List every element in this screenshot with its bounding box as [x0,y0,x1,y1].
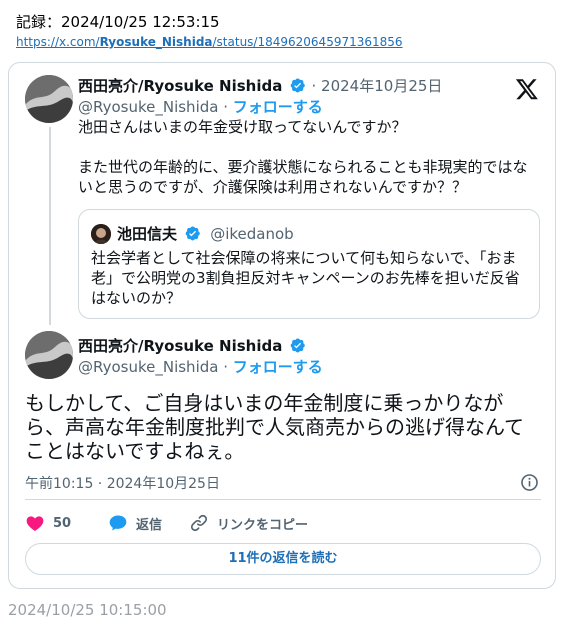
copy-link-button[interactable]: リンクをコピー [189,513,308,533]
tweet-text-line: 池田さんはいまの年金受け取ってないんですか？ [78,118,407,136]
url-user: Ryosuke_Nishida [99,35,213,49]
avatar[interactable] [25,331,73,379]
tweet-text: 池田さんはいまの年金受け取ってないんですか？ また世代の年齢的に、要介護状態にな… [78,117,540,197]
url-prefix: https://x.com/ [16,35,100,49]
like-button[interactable]: 50 [25,513,71,533]
x-logo-icon[interactable] [515,77,539,101]
author-name[interactable]: 西田亮介/Ryosuke Nishida [78,77,282,95]
verified-badge-icon [185,226,200,241]
quote-text-line: 社会学者として社会保障の将来について何も知らないで、「おま [91,249,517,267]
url-suffix: /status/1849620645971361856 [212,35,403,49]
main-text-line: ら、声高な年金制度批判で人気商売からの逃げ得なんて [25,415,524,439]
avatar-image [25,331,73,379]
quote-avatar-image [91,224,111,244]
reply-bubble-icon [109,515,127,531]
divider [25,499,541,500]
copy-link-label: リンクをコピー [217,517,309,533]
avatar[interactable] [25,75,73,123]
heart-icon [26,516,44,531]
thread-line [49,127,51,325]
like-count: 50 [53,515,72,531]
reply-label: 返信 [136,517,163,533]
tweet-text-line: いと思うのですが、介護保険は利用されないんですか？？ [78,178,467,196]
footer-timestamp: 2024/10/25 10:15:00 [8,601,167,619]
quoted-tweet[interactable]: 池田信夫 @ikedanob 社会学者として社会保障の将来について何も知らないで… [78,209,540,319]
verified-badge-icon [291,78,306,93]
main-text-line: もしかして、ご自身はいまの年金制度に乗っかりなが [25,391,504,415]
author-handle[interactable]: @Ryosuke_Nishida [78,358,218,376]
quote-text: 社会学者として社会保障の将来について何も知らないで、「おま 老」で公明党の3割負… [91,248,531,308]
tweet-date[interactable]: · 2024年10月25日 [312,77,443,95]
author-handle[interactable]: @Ryosuke_Nishida [78,98,218,116]
quote-text-line: 老」で公明党の3割負担反対キャンペーンのお先棒を担いだ反省 [91,269,520,287]
read-replies-button[interactable]: 11件の返信を読む [25,543,541,575]
quote-avatar [91,224,111,244]
record-line: 記録：2024/10/25 12:53:15 [16,13,220,31]
main-tweet-text: もしかして、ご自身はいまの年金制度に乗っかりなが ら、声高な年金制度批判で人気商… [25,391,535,463]
follow-link[interactable]: フォローする [233,358,323,376]
tweet-timestamp[interactable]: 午前10:15 · 2024年10月25日 [25,473,220,493]
avatar-image [25,75,73,123]
quote-author-name: 池田信夫 [117,225,178,243]
link-icon [190,514,208,532]
quote-text-line: はないのか？ [91,289,182,307]
tweet-text-line: また世代の年齢的に、要介護状態になられることも非現実的ではな [78,158,528,176]
separator: · [218,98,233,116]
info-icon[interactable] [520,473,539,492]
verified-badge-icon [291,338,306,353]
author-name[interactable]: 西田亮介/Ryosuke Nishida [78,337,282,355]
reply-button[interactable]: 返信 [108,513,162,533]
record-url[interactable]: https://x.com/Ryosuke_Nishida/status/184… [16,35,403,49]
follow-link[interactable]: フォローする [233,98,323,116]
tweet-card: 西田亮介/Ryosuke Nishida · 2024年10月25日 @Ryos… [8,62,556,589]
main-text-line: ことはないですよねぇ。 [25,439,245,463]
quote-author-handle: @ikedanob [210,225,294,243]
separator: · [218,358,233,376]
